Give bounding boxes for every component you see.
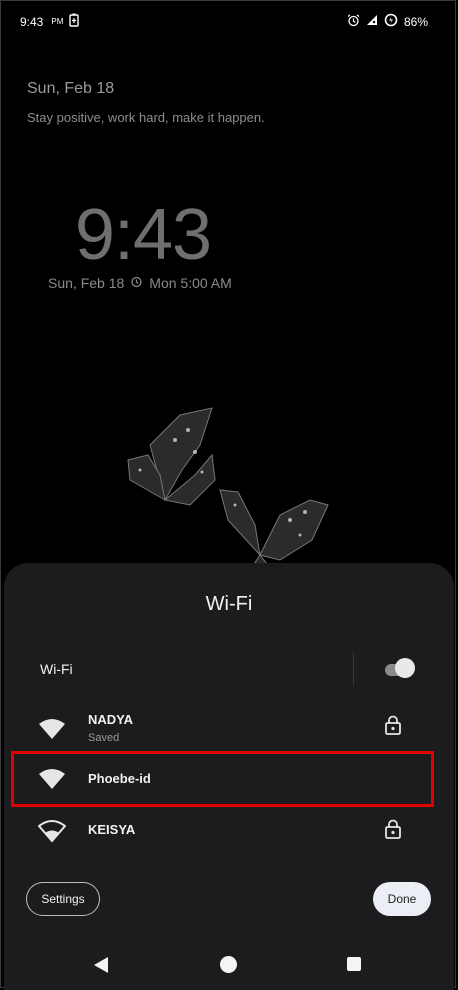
network-status: Saved (88, 732, 120, 744)
settings-button[interactable]: Settings (26, 882, 100, 916)
navigation-bar (0, 943, 458, 985)
lockscreen-clock: 9:43 (74, 195, 212, 275)
data-saver-icon (384, 13, 398, 30)
wifi-signal-icon (38, 717, 66, 741)
lockscreen-message: Stay positive, work hard, make it happen… (27, 110, 265, 125)
clock-subtitle: Sun, Feb 18 Mon 5:00 AM (48, 275, 232, 291)
lockscreen-date: Sun, Feb 18 (27, 80, 115, 97)
lock-icon (385, 819, 401, 839)
divider (353, 653, 354, 685)
battery-percent: 86% (403, 14, 428, 29)
recents-icon[interactable] (347, 957, 361, 971)
wifi-toggle[interactable] (381, 658, 415, 680)
alarm-icon (347, 14, 360, 30)
network-name: NADYA (88, 712, 134, 727)
toggle-thumb (395, 658, 415, 678)
lock-icon (385, 715, 401, 735)
network-name: KEISYA (88, 822, 136, 837)
wifi-weak-signal-icon (37, 819, 67, 843)
battery-saver-icon (69, 13, 80, 30)
status-ampm: PM (51, 17, 64, 26)
status-time: 9:43 (20, 14, 44, 29)
alarm-icon (130, 275, 143, 291)
wifi-toggle-row[interactable]: Wi-Fi (4, 653, 454, 693)
network-item-nadya[interactable]: NADYA Saved (4, 705, 454, 755)
wifi-panel: Wi-Fi Wi-Fi NADYA Saved Phoebe-id KEISYA (4, 563, 454, 990)
wallpaper-butterflies (120, 400, 340, 580)
signal-icon (366, 14, 378, 29)
next-alarm: Mon 5:00 AM (149, 275, 232, 291)
status-bar: 9:43 PM 86% (0, 0, 458, 40)
panel-title: Wi-Fi (205, 593, 253, 615)
clock-subtitle-date: Sun, Feb 18 (48, 275, 125, 291)
wifi-toggle-label: Wi-Fi (40, 661, 73, 677)
done-button[interactable]: Done (373, 882, 431, 916)
network-item-keisya[interactable]: KEISYA (4, 813, 454, 863)
home-icon[interactable] (220, 956, 237, 973)
highlight-box (11, 751, 434, 807)
back-icon[interactable] (93, 956, 109, 979)
